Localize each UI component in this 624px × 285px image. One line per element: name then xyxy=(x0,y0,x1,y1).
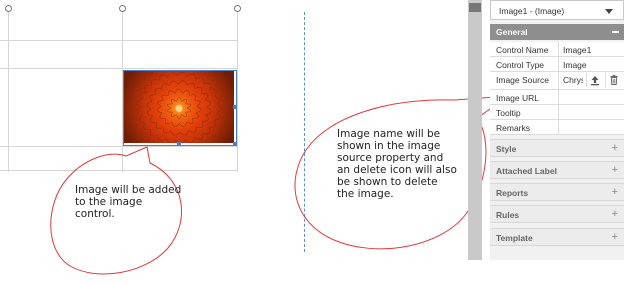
resize-handle[interactable] xyxy=(233,105,237,109)
callout-right-text: Image name will be shown in the image so… xyxy=(337,128,457,200)
section-template[interactable]: Template + xyxy=(490,228,624,246)
property-key: Image URL xyxy=(496,93,539,103)
section-title: Reports xyxy=(496,188,529,198)
property-value-field[interactable] xyxy=(558,120,624,134)
grid-line xyxy=(0,170,238,171)
property-panel: Image1 - (Image) General Control Name Im… xyxy=(490,0,624,260)
column-resize-handle[interactable] xyxy=(119,5,126,12)
expand-icon[interactable]: + xyxy=(612,164,618,176)
grid-line xyxy=(0,68,238,69)
chevron-down-icon[interactable] xyxy=(605,9,613,14)
property-row-control-type: Control Type Image xyxy=(490,57,624,72)
expand-icon[interactable]: + xyxy=(612,208,618,220)
grid-line xyxy=(0,146,238,147)
section-title: Template xyxy=(496,233,533,243)
expand-icon[interactable]: + xyxy=(612,231,618,243)
property-row-image-url: Image URL xyxy=(490,90,624,105)
section-title: Style xyxy=(496,144,517,154)
resize-handle[interactable] xyxy=(233,142,237,146)
section-title: Rules xyxy=(496,210,520,220)
property-value: Image xyxy=(563,60,587,70)
property-value-field[interactable] xyxy=(558,90,624,104)
image-source-value: Chrys xyxy=(563,75,583,85)
section-style[interactable]: Style + xyxy=(490,139,624,157)
expand-icon[interactable]: + xyxy=(612,142,618,154)
expand-icon[interactable]: + xyxy=(612,186,618,198)
upload-icon[interactable] xyxy=(586,73,603,87)
section-rules[interactable]: Rules + xyxy=(490,205,624,223)
property-row-image-source: Image Source Chrys xyxy=(490,72,624,90)
scrollbar-thumb[interactable] xyxy=(469,3,481,12)
control-selector-value: Image1 - (Image) xyxy=(499,6,565,16)
property-key: Image Source xyxy=(496,75,549,85)
collapse-icon[interactable] xyxy=(612,31,619,33)
column-resize-handle[interactable] xyxy=(5,5,12,12)
section-title: Attached Label xyxy=(496,166,557,176)
panel-scrollbar[interactable] xyxy=(468,0,482,260)
section-attached-label[interactable]: Attached Label + xyxy=(490,161,624,179)
column-resize-handle[interactable] xyxy=(234,5,241,12)
general-section-header[interactable]: General xyxy=(490,24,624,40)
grid-line xyxy=(8,12,9,172)
resize-handle[interactable] xyxy=(177,142,181,146)
image-selection-border xyxy=(123,70,237,146)
control-selector-dropdown[interactable]: Image1 - (Image) xyxy=(490,0,624,20)
trash-icon[interactable] xyxy=(605,73,622,87)
property-value: Image1 xyxy=(563,45,592,55)
property-key: Remarks xyxy=(496,123,531,133)
callout-left-text: Image will be added to the image control… xyxy=(75,184,182,220)
property-value-field[interactable]: Image1 xyxy=(558,42,624,56)
general-section-title: General xyxy=(496,27,528,37)
property-row-remarks: Remarks xyxy=(490,120,624,135)
canvas-divider xyxy=(304,12,305,252)
grid-line xyxy=(237,12,238,172)
property-value-field[interactable] xyxy=(558,105,624,119)
property-value-field[interactable]: Image xyxy=(558,57,624,71)
design-canvas[interactable] xyxy=(0,0,300,285)
property-row-tooltip: Tooltip xyxy=(490,105,624,120)
property-key: Control Name xyxy=(496,45,549,55)
property-key: Control Type xyxy=(496,60,545,70)
grid-line xyxy=(0,40,238,41)
property-row-control-name: Control Name Image1 xyxy=(490,42,624,57)
property-key: Tooltip xyxy=(496,108,521,118)
section-reports[interactable]: Reports + xyxy=(490,183,624,201)
